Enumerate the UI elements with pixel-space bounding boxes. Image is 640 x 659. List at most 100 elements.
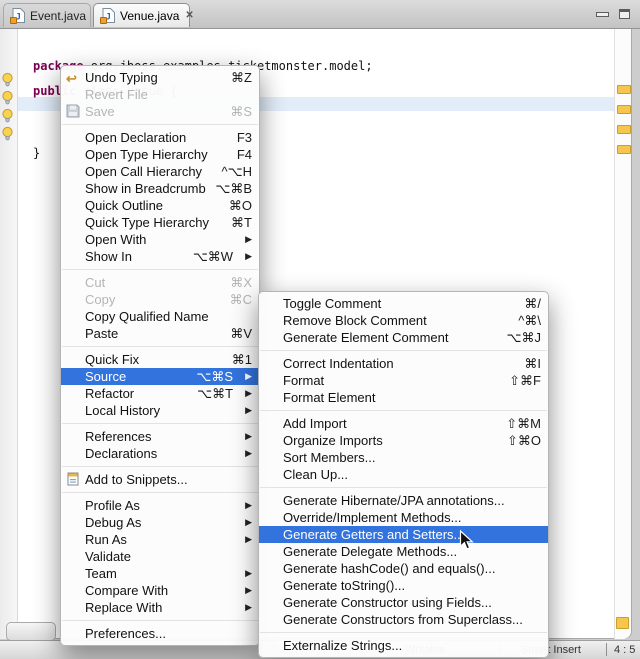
tab-event-java[interactable]: J Event.java (3, 3, 91, 27)
menu-item-declarations[interactable]: Declarations▶ (61, 445, 259, 462)
menu-item-add-to-snippets[interactable]: Add to Snippets... (61, 471, 259, 488)
menu-item-debug-as[interactable]: Debug As▶ (61, 514, 259, 531)
submenu-item-externalize-strings[interactable]: Externalize Strings... (259, 637, 548, 654)
submenu-item-generate-hibernate-jpa-annotations[interactable]: Generate Hibernate/JPA annotations... (259, 492, 548, 509)
submenu-item-generate-element-comment[interactable]: Generate Element Comment⌥⌘J (259, 329, 548, 346)
java-file-icon: J (12, 8, 25, 23)
submenu-item-generate-hashcode-and-equals[interactable]: Generate hashCode() and equals()... (259, 560, 548, 577)
tab-venue-java[interactable]: J Venue.java ✕ (93, 3, 190, 27)
submenu-item-generate-tostring[interactable]: Generate toString()... (259, 577, 548, 594)
menu-separator (260, 487, 547, 488)
submenu-item-generate-delegate-methods[interactable]: Generate Delegate Methods... (259, 543, 548, 560)
menu-item-source[interactable]: Source⌥⌘S▶ (61, 368, 259, 385)
java-file-icon: J (102, 8, 115, 23)
menu-item-compare-with[interactable]: Compare With▶ (61, 582, 259, 599)
submenu-item-organize-imports[interactable]: Organize Imports⇧⌘O (259, 432, 548, 449)
undo-icon: ↩ (66, 70, 82, 85)
menu-separator (62, 269, 258, 270)
submenu-item-generate-getters-and-setters[interactable]: Generate Getters and Setters... (259, 526, 548, 543)
source-submenu: Toggle Comment⌘/ Remove Block Comment^⌘\… (258, 291, 549, 658)
submenu-arrow-icon: ▶ (245, 445, 252, 462)
submenu-item-remove-block-comment[interactable]: Remove Block Comment^⌘\ (259, 312, 548, 329)
overview-marker[interactable] (616, 617, 629, 629)
snippet-icon (66, 472, 82, 487)
tab-label: Venue.java (120, 9, 179, 23)
overview-marker[interactable] (617, 125, 631, 134)
submenu-item-generate-constructors-from-superclass[interactable]: Generate Constructors from Superclass... (259, 611, 548, 628)
window-edge (632, 28, 640, 658)
status-cursor-position: 4 : 5 (614, 644, 635, 656)
submenu-arrow-icon: ▶ (245, 599, 252, 616)
warning-overlay-icon (10, 17, 17, 24)
submenu-arrow-icon: ▶ (245, 497, 252, 514)
menu-item-profile-as[interactable]: Profile As▶ (61, 497, 259, 514)
submenu-item-toggle-comment[interactable]: Toggle Comment⌘/ (259, 295, 548, 312)
menu-item-refactor[interactable]: Refactor⌥⌘T▶ (61, 385, 259, 402)
menu-item-preferences[interactable]: Preferences... (61, 625, 259, 642)
warning-bulb-icon[interactable] (1, 126, 15, 141)
tab-label: Event.java (30, 9, 86, 23)
overview-ruler (614, 29, 631, 639)
menu-item-references[interactable]: References▶ (61, 428, 259, 445)
menu-separator (260, 410, 547, 411)
menu-separator (62, 346, 258, 347)
menu-item-copy-qualified-name[interactable]: Copy Qualified Name (61, 308, 259, 325)
tab-close-icon[interactable]: ✕ (185, 10, 193, 21)
menu-separator (260, 350, 547, 351)
submenu-arrow-icon: ▶ (245, 248, 252, 265)
menu-item-copy[interactable]: Copy⌘C (61, 291, 259, 308)
submenu-arrow-icon: ▶ (245, 514, 252, 531)
menu-separator (62, 124, 258, 125)
submenu-arrow-icon: ▶ (245, 582, 252, 599)
menu-item-save[interactable]: Save⌘S (61, 103, 259, 120)
menu-item-open-declaration[interactable]: Open DeclarationF3 (61, 129, 259, 146)
menu-item-local-history[interactable]: Local History▶ (61, 402, 259, 419)
menu-separator (62, 423, 258, 424)
menu-item-cut[interactable]: Cut⌘X (61, 274, 259, 291)
menu-item-revert-file[interactable]: Revert File (61, 86, 259, 103)
menu-item-validate[interactable]: Validate (61, 548, 259, 565)
menu-item-show-in[interactable]: Show In⌥⌘W▶ (61, 248, 259, 265)
overview-marker[interactable] (617, 105, 631, 114)
editor-context-menu: ↩Undo Typing⌘Z Revert File Save⌘S Open D… (60, 65, 260, 646)
menu-item-quick-fix[interactable]: Quick Fix⌘1 (61, 351, 259, 368)
submenu-arrow-icon: ▶ (245, 385, 252, 402)
bottom-left-corner-button[interactable] (6, 622, 56, 641)
menu-item-replace-with[interactable]: Replace With▶ (61, 599, 259, 616)
menu-item-open-with[interactable]: Open With▶ (61, 231, 259, 248)
status-divider (606, 643, 607, 656)
submenu-arrow-icon: ▶ (245, 402, 252, 419)
submenu-item-correct-indentation[interactable]: Correct Indentation⌘I (259, 355, 548, 372)
menu-item-show-in-breadcrumb[interactable]: Show in Breadcrumb⌥⌘B (61, 180, 259, 197)
view-controls (596, 0, 630, 28)
menu-item-open-type-hierarchy[interactable]: Open Type HierarchyF4 (61, 146, 259, 163)
submenu-item-generate-constructor-using-fields[interactable]: Generate Constructor using Fields... (259, 594, 548, 611)
submenu-arrow-icon: ▶ (245, 565, 252, 582)
editor-tab-bar: J Event.java J Venue.java ✕ (0, 0, 640, 29)
menu-item-paste[interactable]: Paste⌘V (61, 325, 259, 342)
submenu-item-override-implement-methods[interactable]: Override/Implement Methods... (259, 509, 548, 526)
submenu-item-format[interactable]: Format⇧⌘F (259, 372, 548, 389)
submenu-arrow-icon: ▶ (245, 531, 252, 548)
minimize-icon[interactable] (596, 12, 609, 17)
overview-marker[interactable] (617, 85, 631, 94)
menu-item-run-as[interactable]: Run As▶ (61, 531, 259, 548)
warning-bulb-icon[interactable] (1, 72, 15, 87)
menu-item-quick-type-hierarchy[interactable]: Quick Type Hierarchy⌘T (61, 214, 259, 231)
menu-item-open-call-hierarchy[interactable]: Open Call Hierarchy^⌥H (61, 163, 259, 180)
overview-marker[interactable] (617, 145, 631, 154)
warning-overlay-icon (100, 17, 107, 24)
menu-item-team[interactable]: Team▶ (61, 565, 259, 582)
maximize-icon[interactable] (619, 9, 630, 19)
submenu-arrow-icon: ▶ (245, 368, 252, 385)
submenu-item-format-element[interactable]: Format Element (259, 389, 548, 406)
menu-item-undo-typing[interactable]: ↩Undo Typing⌘Z (61, 69, 259, 86)
submenu-item-add-import[interactable]: Add Import⇧⌘M (259, 415, 548, 432)
submenu-item-clean-up[interactable]: Clean Up... (259, 466, 548, 483)
warning-bulb-icon[interactable] (1, 90, 15, 105)
menu-separator (260, 632, 547, 633)
menu-item-quick-outline[interactable]: Quick Outline⌘O (61, 197, 259, 214)
submenu-item-sort-members[interactable]: Sort Members... (259, 449, 548, 466)
warning-bulb-icon[interactable] (1, 108, 15, 123)
menu-separator (62, 492, 258, 493)
